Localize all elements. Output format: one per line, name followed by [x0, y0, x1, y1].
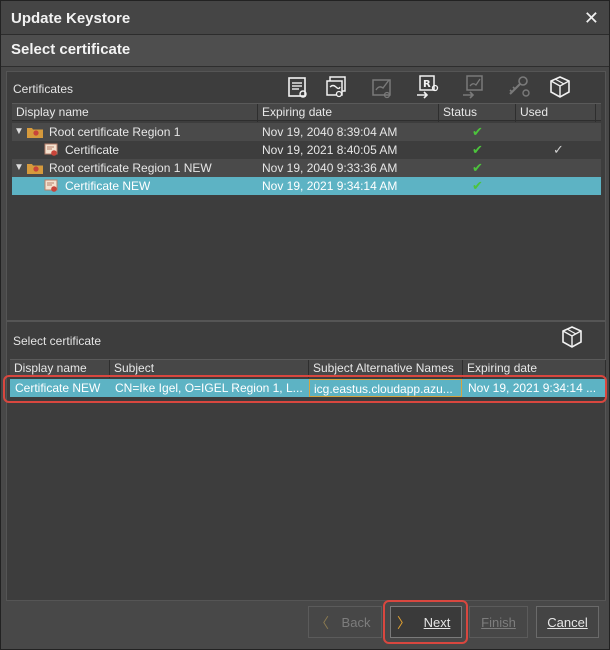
update-keystore-dialog: Update Keystore ✕ Select certificate Cer…	[0, 0, 610, 650]
table-row-selected[interactable]: Certificate NEW Nov 19, 2021 9:34:14 AM …	[12, 177, 601, 195]
status-check-icon: ✔	[472, 160, 483, 175]
select-certificate-table: Display name Subject Subject Alternative…	[10, 359, 606, 594]
column-display-name[interactable]: Display name	[10, 360, 110, 378]
finish-button: Finish	[469, 606, 528, 638]
chevron-left-icon: 〈	[315, 615, 329, 631]
select-certificate-panel-title: Select certificate	[13, 334, 102, 348]
row-expiring-date: Nov 19, 2040 8:39:04 AM	[262, 125, 398, 139]
certificates-panel: Certificates R Display name Expiring dat…	[6, 71, 606, 321]
chevron-right-icon: 〉	[397, 615, 411, 631]
select-certificate-table-header: Display name Subject Subject Alternative…	[10, 359, 606, 378]
column-status[interactable]: Status	[439, 104, 516, 122]
row-display-name: Root certificate Region 1 NEW	[49, 161, 212, 175]
table-row[interactable]: ▼ Root certificate Region 1 NEW Nov 19, …	[12, 159, 601, 177]
finish-button-label: Finish	[481, 614, 516, 630]
row-expiring-date: Nov 19, 2021 8:40:05 AM	[262, 143, 398, 157]
column-used[interactable]: Used	[516, 104, 596, 122]
collapse-arrow-icon[interactable]: ▼	[14, 159, 24, 177]
column-subject[interactable]: Subject	[110, 360, 309, 378]
status-check-icon: ✔	[472, 142, 483, 157]
column-expiring-date[interactable]: Expiring date	[258, 104, 439, 122]
root-certificate-icon	[27, 164, 43, 174]
row-expiring-date: Nov 19, 2021 9:34:14 ...	[468, 381, 597, 395]
row-display-name: Certificate	[65, 143, 120, 157]
column-subject-alternative-names[interactable]: Subject Alternative Names	[309, 360, 463, 378]
status-check-icon: ✔	[472, 124, 483, 139]
certificates-toolbar: R	[265, 72, 605, 102]
next-button-label: Next	[423, 614, 451, 630]
export-certificate-icon	[461, 74, 487, 100]
cancel-button[interactable]: Cancel	[536, 606, 599, 638]
document-icon[interactable]	[285, 74, 311, 100]
back-button: 〈 Back	[308, 606, 382, 638]
row-display-name: Certificate NEW	[15, 381, 101, 395]
column-display-name[interactable]: Display name	[12, 104, 258, 122]
certificates-table: Display name Expiring date Status Used ▼…	[12, 103, 601, 313]
next-button[interactable]: 〉 Next	[390, 606, 462, 638]
collapse-arrow-icon[interactable]: ▼	[14, 123, 24, 141]
table-row-selected[interactable]: Certificate NEW CN=Ike Igel, O=IGEL Regi…	[10, 379, 606, 397]
column-expiring-date[interactable]: Expiring date	[463, 360, 606, 378]
certificates-panel-title: Certificates	[13, 82, 74, 96]
certificate-stack-icon[interactable]	[323, 74, 349, 100]
row-subject: CN=Ike Igel, O=IGEL Region 1, L...	[115, 381, 303, 395]
root-certificate-icon	[27, 128, 43, 138]
title-bar: Update Keystore ✕	[1, 1, 609, 35]
certificates-table-header: Display name Expiring date Status Used	[12, 103, 601, 122]
row-subject-alternative-names[interactable]: icg.eastus.cloudapp.azu...	[309, 379, 462, 397]
row-expiring-date: Nov 19, 2040 9:33:36 AM	[262, 161, 398, 175]
close-icon[interactable]: ✕	[584, 8, 599, 29]
window-title: Update Keystore	[11, 10, 131, 27]
certificate-icon	[44, 143, 58, 156]
sign-certificate-icon	[369, 74, 395, 100]
used-check-icon: ✓	[553, 142, 564, 157]
row-display-name: Certificate NEW	[65, 179, 151, 193]
row-expiring-date: Nov 19, 2021 9:34:14 AM	[262, 179, 398, 193]
table-row[interactable]: Certificate Nov 19, 2021 8:40:05 AM ✔ ✓	[12, 141, 601, 159]
box-icon[interactable]	[547, 74, 573, 100]
box-icon[interactable]	[559, 324, 585, 350]
request-certificate-icon[interactable]: R	[415, 74, 441, 100]
back-button-label: Back	[341, 614, 371, 630]
cancel-button-label: Cancel	[547, 614, 588, 630]
page-title: Select certificate	[11, 41, 131, 58]
status-check-icon: ✔	[472, 178, 483, 193]
key-icon	[507, 74, 533, 100]
page-header: Select certificate	[1, 35, 609, 67]
select-certificate-panel: Select certificate Display name Subject …	[6, 321, 606, 601]
table-row[interactable]: ▼ Root certificate Region 1 Nov 19, 2040…	[12, 123, 601, 141]
row-display-name: Root certificate Region 1	[49, 125, 181, 139]
svg-text:R: R	[423, 79, 431, 90]
certificate-icon	[44, 179, 58, 192]
